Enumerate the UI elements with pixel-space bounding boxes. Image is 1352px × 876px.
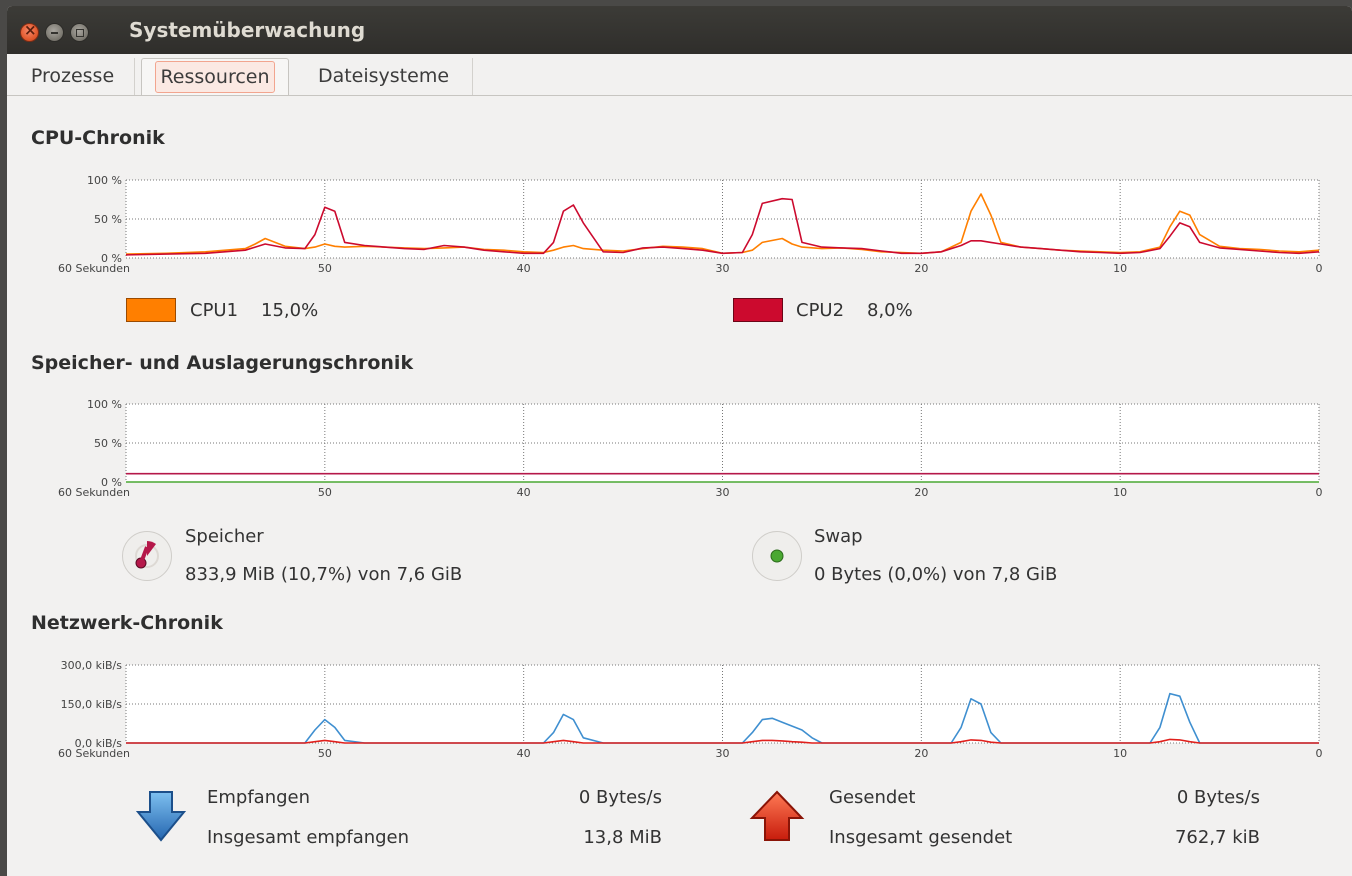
- memory-pie-icon[interactable]: [122, 531, 172, 581]
- swap-pie-chart: [770, 549, 784, 563]
- network-history-graph: 300,0 kiB/s150,0 kiB/s0,0 kiB/s60 Sekund…: [58, 659, 1323, 760]
- download-arrow-icon[interactable]: [136, 790, 186, 844]
- cpu1-name: CPU1: [190, 300, 239, 321]
- minimize-icon[interactable]: [45, 23, 64, 42]
- swap-label: Swap: [814, 526, 863, 547]
- memory-y-tick-label: 100 %: [87, 398, 122, 411]
- tab-ressourcen[interactable]: Ressourcen: [141, 58, 289, 96]
- cpu-x-tick-label: 0: [1316, 262, 1323, 275]
- upload-arrow-icon[interactable]: [749, 790, 805, 844]
- tab-ressourcen-label: Ressourcen: [155, 61, 275, 93]
- cpu1-color-swatch[interactable]: [126, 298, 176, 322]
- cpu-x-tick-label: 50: [318, 262, 332, 275]
- network-x-tick-label: 20: [914, 747, 928, 760]
- memory-label: Speicher: [185, 526, 264, 547]
- memory-x-tick-label: 50: [318, 486, 332, 499]
- network-x-tick-label: 40: [517, 747, 531, 760]
- memory-x-tick-label: 0: [1316, 486, 1323, 499]
- memory-x-tick-label: 40: [517, 486, 531, 499]
- system-monitor-window: Systemüberwachung Prozesse Ressourcen Da…: [7, 6, 1352, 876]
- memory-y-tick-label: 50 %: [94, 437, 122, 450]
- network-y-tick-label: 300,0 kiB/s: [61, 659, 123, 672]
- maximize-icon[interactable]: [70, 23, 89, 42]
- cpu1-value: 15,0%: [261, 300, 319, 321]
- total-received-value: 13,8 MiB: [583, 827, 662, 848]
- total-sent-label: Insgesamt gesendet: [829, 827, 1013, 848]
- tabs-divider: [7, 95, 1352, 96]
- swap-value: 0 Bytes (0,0%) von 7,8 GiB: [814, 564, 1058, 585]
- cpu-x-tick-label: 10: [1113, 262, 1127, 275]
- tab-dateisysteme[interactable]: Dateisysteme: [295, 58, 473, 96]
- memory-x-tick-label: 30: [716, 486, 730, 499]
- network-section-title: Netzwerk-Chronik: [31, 612, 223, 634]
- received-value: 0 Bytes/s: [578, 787, 662, 808]
- titlebar: Systemüberwachung: [7, 6, 1352, 54]
- cpu-y-tick-label: 50 %: [94, 213, 122, 226]
- cpu-x-tick-label: 60 Sekunden: [58, 262, 130, 275]
- total-received-label: Insgesamt empfangen: [207, 827, 410, 848]
- memory-x-tick-label: 60 Sekunden: [58, 486, 130, 499]
- memory-pie-chart: [135, 541, 159, 569]
- received-label: Empfangen: [207, 787, 311, 808]
- memory-section-title: Speicher- und Auslagerungschronik: [31, 352, 414, 374]
- sent-value: 0 Bytes/s: [1176, 787, 1260, 808]
- cpu-history-graph: 100 %50 %0 %60 Sekunden 50 40 30 20 10 0: [58, 174, 1323, 275]
- cpu-y-tick-label: 100 %: [87, 174, 122, 187]
- cpu2-color-swatch[interactable]: [733, 298, 783, 322]
- cpu-x-tick-label: 30: [716, 262, 730, 275]
- total-sent-value: 762,7 kiB: [1174, 827, 1260, 848]
- sent-label: Gesendet: [829, 787, 916, 808]
- memory-x-tick-label: 10: [1113, 486, 1127, 499]
- tab-prozesse[interactable]: Prozesse: [11, 58, 135, 96]
- cpu-x-tick-label: 40: [517, 262, 531, 275]
- window-title: Systemüberwachung: [129, 18, 366, 42]
- memory-history-graph: 100 %50 %0 %60 Sekunden 50 40 30 20 10 0: [58, 398, 1323, 499]
- swap-pie-icon[interactable]: [752, 531, 802, 581]
- network-x-tick-label: 0: [1316, 747, 1323, 760]
- network-x-tick-label: 60 Sekunden: [58, 747, 130, 760]
- network-x-tick-label: 30: [716, 747, 730, 760]
- network-y-tick-label: 150,0 kiB/s: [61, 698, 123, 711]
- network-x-tick-label: 10: [1113, 747, 1127, 760]
- close-icon[interactable]: [20, 21, 39, 42]
- memory-x-tick-label: 20: [914, 486, 928, 499]
- memory-value: 833,9 MiB (10,7%) von 7,6 GiB: [185, 564, 463, 585]
- cpu-x-tick-label: 20: [914, 262, 928, 275]
- cpu2-name: CPU2: [796, 300, 845, 321]
- network-x-tick-label: 50: [318, 747, 332, 760]
- cpu-section-title: CPU-Chronik: [31, 127, 165, 149]
- cpu2-value: 8,0%: [867, 300, 913, 321]
